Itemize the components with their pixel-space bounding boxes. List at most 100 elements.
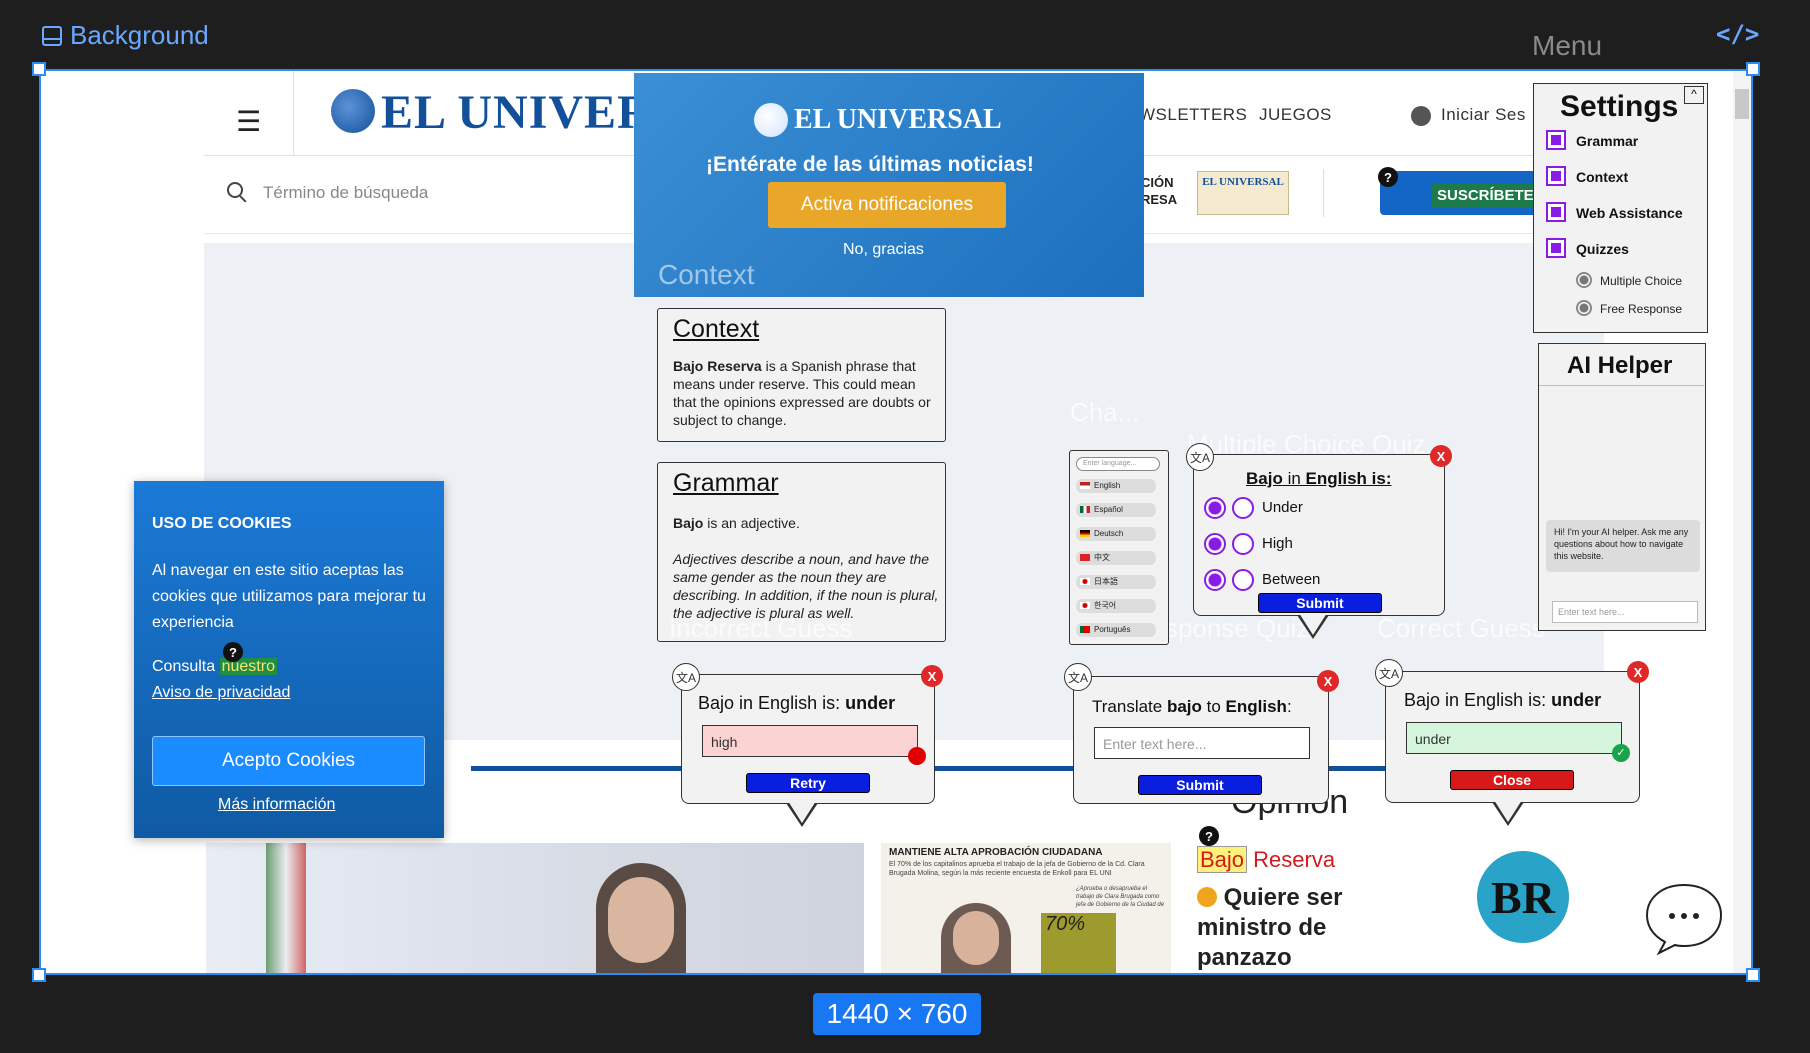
mcq-submit-button[interactable]: Submit — [1258, 593, 1382, 613]
frame-label[interactable]: Background — [42, 20, 209, 51]
mcq-radio-option[interactable] — [1232, 533, 1254, 555]
approval-side-text: ¿Aprueba o desaprueba el trabajo de Clar… — [1076, 886, 1165, 908]
collapse-icon[interactable]: ^ — [1684, 86, 1704, 104]
language-korean[interactable]: 한국어 — [1076, 599, 1156, 613]
highlighted-word-bajo[interactable]: Bajo — [1197, 846, 1248, 873]
print-edition-thumbnail[interactable]: EL UNIVERSAL — [1197, 171, 1289, 215]
ai-helper-message: Hi! I'm your AI helper. Ask me any quest… — [1546, 520, 1700, 572]
article-photo-approval[interactable]: MANTIENE ALTA APROBACIÓN CIUDADANA El 70… — [881, 843, 1171, 973]
language-search-input[interactable]: Enter language... — [1076, 457, 1160, 471]
mcq-radio-option[interactable] — [1232, 569, 1254, 591]
settings-free-response[interactable]: Free Response — [1600, 302, 1682, 316]
grammar-checkbox[interactable] — [1546, 130, 1566, 150]
translate-icon[interactable]: 文A — [1375, 659, 1403, 687]
help-icon[interactable]: ? — [1378, 167, 1398, 187]
accept-cookies-button[interactable]: Acepto Cookies — [152, 736, 425, 786]
settings-panel: Settings ^ Grammar Context Web Assistanc… — [1533, 83, 1708, 333]
activate-notifications-button[interactable]: Activa notificaciones — [768, 182, 1006, 228]
scrollbar-thumb[interactable] — [1735, 89, 1749, 119]
language-label: 中文 — [1094, 553, 1110, 562]
mcq-radio-selected[interactable] — [1204, 497, 1226, 519]
free-response-input[interactable]: Enter text here... — [1094, 727, 1310, 759]
language-english[interactable]: English — [1076, 479, 1156, 493]
mcq-word: Bajo — [1246, 469, 1283, 488]
help-icon[interactable]: ? — [223, 642, 243, 662]
nav-juegos[interactable]: JUEGOS — [1259, 105, 1332, 125]
retry-button[interactable]: Retry — [746, 773, 870, 793]
correct-tail — [1492, 800, 1524, 826]
article-photo-main[interactable] — [206, 843, 864, 973]
code-icon[interactable]: </> — [1716, 20, 1759, 48]
language-label: Español — [1094, 505, 1123, 514]
correct-guess-card: Bajo in English is: under under ✓ Close — [1385, 671, 1640, 803]
mcq-tail — [1297, 613, 1329, 639]
language-espanol[interactable]: Español — [1076, 503, 1156, 517]
edicion-impresa-label[interactable]: CIÓN RESA — [1141, 174, 1177, 208]
settings-multiple-choice[interactable]: Multiple Choice — [1600, 274, 1682, 288]
chat-bubble-icon[interactable] — [1641, 881, 1727, 957]
free-close-button[interactable]: X — [1317, 670, 1339, 692]
language-portuguese[interactable]: Português — [1076, 623, 1156, 637]
nav-newsletters[interactable]: WSLETTERS — [1139, 105, 1247, 125]
resize-handle-top-right[interactable] — [1746, 62, 1760, 76]
user-icon[interactable] — [1411, 106, 1431, 126]
ai-helper-input[interactable]: Enter text here... — [1552, 601, 1698, 623]
resize-handle-bottom-left[interactable] — [32, 968, 46, 982]
menu-frame-label[interactable]: Menu — [1532, 30, 1602, 62]
resize-handle-bottom-right[interactable] — [1746, 968, 1760, 982]
article-headline-text: Quiere ser ministro de panzazo — [1197, 884, 1343, 971]
approval-caption-body: El 70% de los capitalinos aprueba el tra… — [889, 861, 1145, 877]
close-button[interactable]: Close — [1450, 770, 1574, 790]
context-checkbox[interactable] — [1546, 166, 1566, 186]
correct-close-button[interactable]: X — [1627, 661, 1649, 683]
incorrect-answer-input[interactable]: high — [702, 725, 918, 757]
multiple-choice-radio[interactable] — [1576, 272, 1592, 288]
settings-grammar[interactable]: Grammar — [1576, 133, 1638, 149]
correct-answer-input[interactable]: under — [1406, 722, 1622, 754]
mcq-close-button[interactable]: X — [1430, 445, 1452, 467]
help-icon[interactable]: ? — [1199, 826, 1219, 846]
notif-decline-link[interactable]: No, gracias — [843, 241, 924, 259]
settings-context[interactable]: Context — [1576, 169, 1628, 185]
language-label: 日本語 — [1094, 577, 1118, 586]
search-icon[interactable] — [227, 182, 243, 198]
notif-globe-icon — [754, 103, 788, 137]
translate-icon[interactable]: 文A — [1064, 663, 1092, 691]
language-deutsch[interactable]: Deutsch — [1076, 527, 1156, 541]
free-lang: English — [1225, 697, 1287, 716]
grammar-card-title: Grammar — [673, 469, 779, 497]
search-input[interactable]: Término de búsqueda — [263, 183, 428, 203]
translate-icon[interactable]: 文A — [672, 663, 700, 691]
article-headline[interactable]: Quiere ser ministro de panzazo — [1197, 883, 1427, 973]
free-submit-button[interactable]: Submit — [1138, 775, 1262, 795]
more-info-link[interactable]: Más información — [218, 796, 335, 814]
approval-caption-title: MANTIENE ALTA APROBACIÓN CIUDADANA — [889, 847, 1103, 858]
scrollbar[interactable] — [1733, 71, 1751, 973]
privacy-link[interactable]: Aviso de privacidad — [152, 680, 290, 706]
hamburger-menu-icon[interactable]: ☰ — [236, 105, 261, 138]
bajo-reserva-badge[interactable]: BR — [1477, 851, 1569, 943]
mcq-radio-selected[interactable] — [1204, 533, 1226, 555]
column-tag[interactable]: Bajo Reserva — [1197, 846, 1335, 873]
context-card-title: Context — [673, 315, 760, 343]
mcq-option-high[interactable]: High — [1262, 535, 1293, 552]
language-chinese[interactable]: 中文 — [1076, 551, 1156, 565]
resize-handle-top-left[interactable] — [32, 62, 46, 76]
web-assistance-checkbox[interactable] — [1546, 202, 1566, 222]
mcq-option-under[interactable]: Under — [1262, 499, 1303, 516]
login-link[interactable]: Iniciar Ses — [1441, 105, 1526, 125]
free-response-radio[interactable] — [1576, 300, 1592, 316]
settings-web-assistance[interactable]: Web Assistance — [1576, 205, 1683, 221]
quizzes-checkbox[interactable] — [1546, 238, 1566, 258]
plus-circle-icon — [1197, 887, 1217, 907]
edicion-line2: RESA — [1141, 192, 1178, 207]
incorrect-close-button[interactable]: X — [921, 665, 943, 687]
settings-quizzes[interactable]: Quizzes — [1576, 241, 1629, 257]
incorrect-question: Bajo in English is: under — [698, 693, 895, 714]
mcq-radio-option[interactable] — [1232, 497, 1254, 519]
mcq-radio-selected[interactable] — [1204, 569, 1226, 591]
language-japanese[interactable]: 日本語 — [1076, 575, 1156, 589]
translate-icon[interactable]: 文A — [1186, 443, 1214, 471]
mcq-option-between[interactable]: Between — [1262, 571, 1320, 588]
frame-size-badge: 1440 × 760 — [813, 993, 981, 1035]
